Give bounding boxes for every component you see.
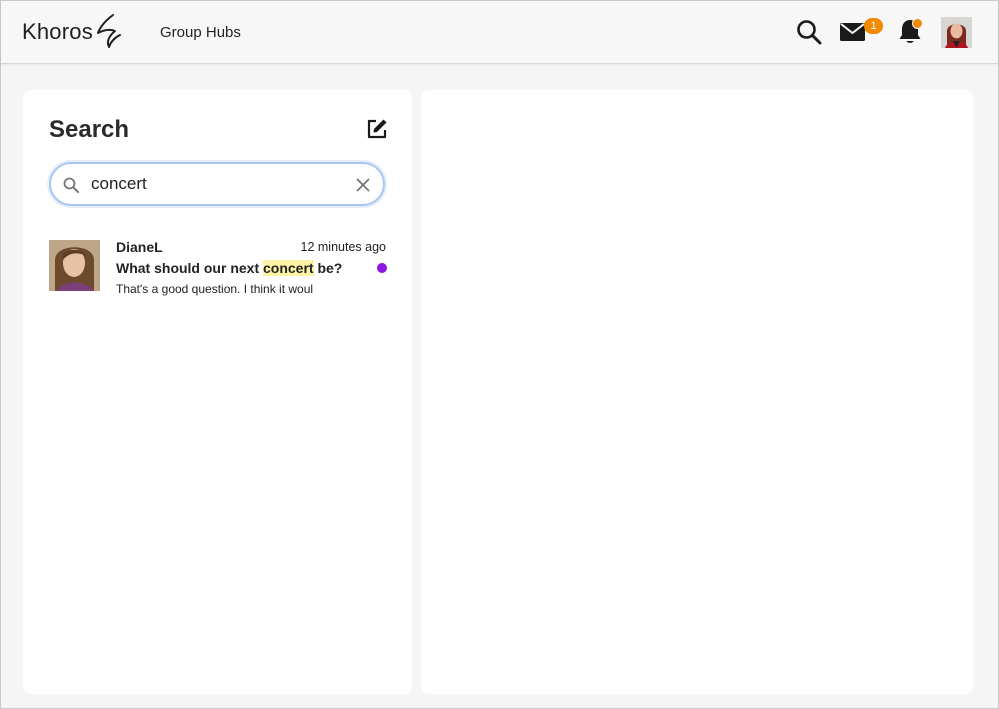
search-term-highlight: concert	[263, 260, 314, 276]
khoros-bird-icon	[96, 14, 121, 48]
notification-dot	[912, 18, 923, 29]
search-icon	[63, 177, 79, 193]
result-subject-after: be?	[313, 260, 343, 276]
search-field[interactable]	[49, 162, 385, 206]
search-input[interactable]	[91, 171, 341, 197]
top-navigation-bar: Khoros Group Hubs 1	[1, 1, 998, 64]
compose-icon[interactable]	[366, 118, 388, 140]
user-avatar[interactable]	[941, 17, 972, 48]
logo-text: Khoros	[22, 19, 93, 44]
nav-link-group-hubs[interactable]: Group Hubs	[160, 24, 241, 41]
result-author: DianeL	[116, 239, 163, 255]
search-panel: Search DianeL 12 minutes ago What shou	[23, 90, 412, 694]
author-avatar	[49, 240, 100, 291]
user-avatar-image	[941, 17, 972, 48]
clear-search-icon[interactable]	[356, 178, 370, 192]
page-title: Search	[49, 116, 130, 143]
result-snippet: That's a good question. I think it woul	[116, 282, 314, 296]
unread-indicator	[377, 263, 387, 273]
result-subject-before: What should our next	[116, 260, 263, 276]
search-icon[interactable]	[796, 19, 822, 45]
result-subject: What should our next concert be?	[116, 260, 342, 276]
author-avatar-image	[49, 240, 100, 291]
khoros-logo[interactable]: Khoros	[22, 14, 122, 49]
mail-unread-badge: 1	[864, 18, 883, 34]
conversation-detail-panel	[421, 90, 973, 694]
result-timestamp: 12 minutes ago	[300, 240, 386, 254]
mail-icon[interactable]	[839, 21, 867, 43]
search-result-item[interactable]: DianeL 12 minutes ago What should our ne…	[49, 236, 387, 296]
